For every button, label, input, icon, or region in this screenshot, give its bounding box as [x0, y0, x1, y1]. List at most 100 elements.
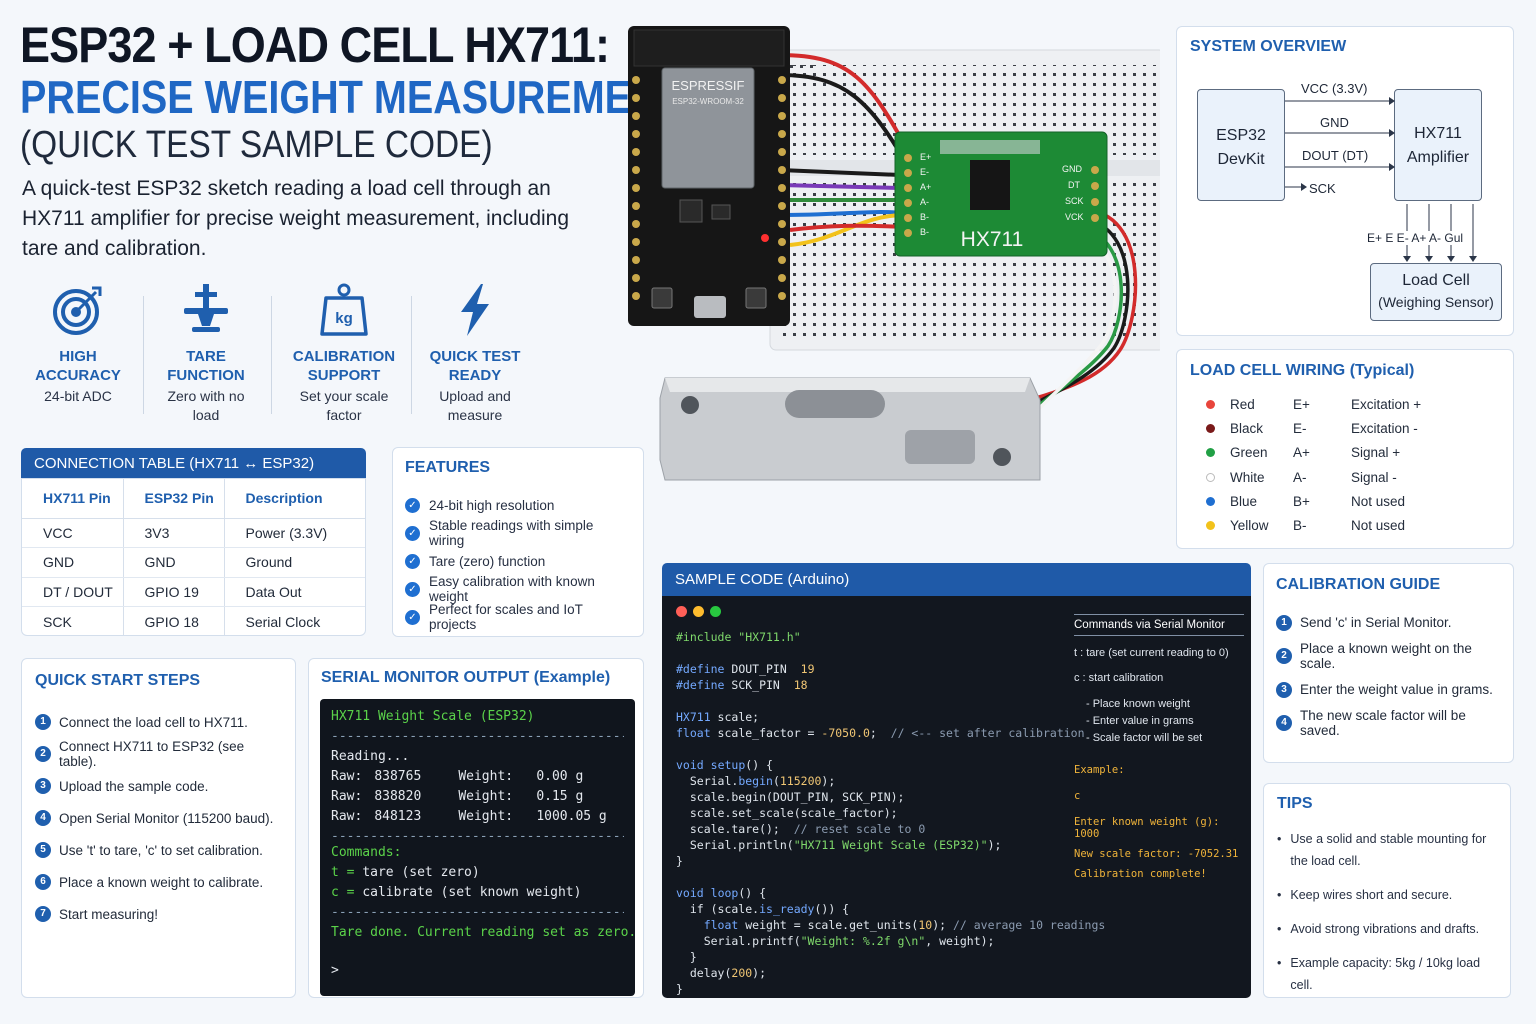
table-cell: Serial Clock — [245, 613, 321, 630]
list-item: 3 Upload the sample code. — [35, 770, 282, 802]
list-item: 7 Start measuring! — [35, 898, 282, 930]
column-header: ESP32 Pin — [123, 479, 225, 519]
features-panel: FEATURES ✓ 24-bit high resolution ✓ Stable… — [392, 447, 644, 637]
list-item: ✓ Tare (zero) function — [405, 547, 631, 575]
table-cell: Power (3.3V) — [224, 518, 365, 548]
serial-row: Raw: 848123 Weight: 1000.05 g — [331, 809, 607, 824]
wire-color-dot — [1206, 521, 1215, 531]
code-lines: #include "HX711.h" #define DOUT_PIN 19 #… — [676, 630, 1106, 996]
feature-high-accuracy: HIGH ACCURACY 24-bit ADC — [30, 282, 126, 406]
list-item: • Example capacity: 5kg / 10kg load cell. — [1277, 956, 1481, 992]
intro-text: A quick-test ESP32 sketch reading a load… — [22, 177, 570, 260]
list-item: 1 Connect the load cell to HX711. — [35, 706, 282, 738]
calibration-guide-panel: CALIBRATION GUIDE 1 Send 'c' in Serial Mo… — [1263, 563, 1514, 763]
list-item: • Use a solid and stable mounting for the… — [1277, 832, 1487, 868]
quick-start-panel: QUICK START STEPS 1 Connect the load cell… — [21, 658, 296, 998]
list-item: ✓ Easy calibration with known weight — [405, 574, 631, 604]
table-cell: GND — [22, 547, 124, 578]
connection-table-header: CONNECTION TABLE (HX711 ↔ ESP32) — [21, 448, 366, 478]
serial-monitor-title: SERIAL MONITOR OUTPUT (Example) — [321, 669, 611, 686]
hx711-block: HX711 Amplifier — [1394, 89, 1482, 201]
divider — [271, 296, 272, 414]
list-item: 4 Open Serial Monitor (115200 baud). — [35, 802, 282, 834]
wire-color-dot — [1206, 423, 1215, 433]
minimize-dot-icon — [693, 606, 704, 617]
table-cell: Data Out — [224, 577, 365, 607]
divider — [411, 296, 412, 414]
signal-label: SCK — [1309, 181, 1336, 196]
tips-panel: TIPS • Use a solid and stable mounting fo… — [1263, 783, 1511, 998]
list-item: 6 Place a known weight to calibrate. — [35, 866, 282, 898]
svg-text:ESP32-WROOM-32: ESP32-WROOM-32 — [672, 97, 744, 106]
system-overview-title: SYSTEM OVERVIEW — [1190, 38, 1347, 55]
check-icon: ✓ — [405, 581, 420, 597]
system-overview-panel: SYSTEM OVERVIEW ESP32 DevKit HX711 Ampli… — [1176, 26, 1514, 336]
table-cell: SCK — [22, 606, 124, 635]
quick-start-title: QUICK START STEPS — [35, 672, 201, 689]
table-cell: GPIO 19 — [123, 577, 225, 607]
svg-text:DT: DT — [1068, 180, 1080, 190]
serial-row: Raw: 838820 Weight: 0.15 g — [331, 789, 584, 804]
wiring-row: Blue B+ Not used — [1190, 489, 1500, 513]
feature-title: TARE FUNCTION — [167, 348, 245, 384]
list-item: ✓ Stable readings with simple wiring — [405, 518, 631, 548]
page-title: ESP32 + LOAD CELL HX711: — [20, 17, 610, 73]
connection-table: HX711 Pin ESP32 Pin Description VCC 3V3 … — [21, 478, 366, 636]
check-icon: ✓ — [405, 525, 420, 541]
feature-tare: TARE FUNCTION Zero with no load — [160, 282, 252, 425]
svg-text:SCK: SCK — [1065, 196, 1084, 206]
list-item: ✓ 24-bit high resolution — [405, 491, 631, 519]
feature-title: QUICK TEST READY — [429, 348, 521, 384]
list-item: • Avoid strong vibrations and drafts. — [1277, 922, 1480, 936]
close-dot-icon — [676, 606, 687, 617]
list-item: 1 Send 'c' in Serial Monitor. — [1276, 606, 1501, 640]
kg-weight-icon: kg — [320, 283, 368, 336]
list-item: 5 Use 't' to tare, 'c' to set calibration… — [35, 834, 282, 866]
signal-label: DOUT (DT) — [1302, 148, 1369, 163]
calibration-title: CALIBRATION GUIDE — [1276, 576, 1441, 593]
check-icon: ✓ — [405, 553, 420, 569]
signal-arrows — [1285, 97, 1395, 191]
wiring-row: Red E+ Excitation + — [1190, 392, 1500, 416]
page-tagline: (QUICK TEST SAMPLE CODE) — [20, 124, 493, 166]
svg-text:E-: E- — [920, 167, 929, 177]
svg-text:A+: A+ — [920, 182, 931, 192]
features-title: FEATURES — [405, 459, 491, 476]
tare-scale-icon — [184, 284, 228, 332]
table-cell: Ground — [224, 547, 365, 578]
tips-title: TIPS — [1277, 795, 1313, 812]
table-cell: DT / DOUT — [22, 577, 124, 607]
hardware-photo: ESPRESSIF ESP32-WROOM-32 HX711 E+ E- A+ … — [628, 26, 1160, 481]
wiring-row: Black E- Excitation - — [1190, 416, 1500, 440]
column-header: Description — [224, 479, 365, 519]
feature-sub: Upload and measure — [439, 388, 511, 423]
lightning-icon — [461, 284, 489, 336]
table-row: DT / DOUT GPIO 19 Data Out — [22, 577, 365, 607]
wire-color-dot — [1206, 496, 1215, 506]
feature-quick-test: QUICK TEST READY Upload and measure — [425, 282, 525, 425]
svg-text:HX711: HX711 — [961, 228, 1024, 251]
target-icon — [53, 286, 102, 335]
column-header: HX711 Pin — [22, 479, 124, 519]
serial-terminal: HX711 Weight Scale (ESP32) -------------… — [320, 699, 636, 996]
feature-sub: Set your scale factor — [299, 388, 389, 423]
wiring-row: Green A+ Signal + — [1190, 441, 1500, 465]
serial-row: Raw: 838765 Weight: 0.00 g — [331, 769, 584, 784]
hx711-pin-labels: E+ E E- A+ A- Gul — [1367, 231, 1464, 245]
svg-text:VCK: VCK — [1065, 212, 1084, 222]
signal-label: VCC (3.3V) — [1301, 81, 1368, 96]
serial-monitor-panel: SERIAL MONITOR OUTPUT (Example) HX711 We… — [308, 658, 644, 998]
wiring-row: White A- Signal - — [1190, 465, 1500, 489]
maximize-dot-icon — [710, 606, 721, 617]
svg-text:A-: A- — [920, 197, 929, 207]
code-panel-header: SAMPLE CODE (Arduino) — [662, 563, 1251, 596]
list-item: 2 Place a known weight on the scale. — [1276, 640, 1501, 674]
table-header-row: HX711 Pin ESP32 Pin Description — [22, 479, 365, 519]
list-item: 3 Enter the weight value in grams. — [1276, 673, 1501, 707]
serial-commands-sidebar: Commands via Serial Monitor t : tare (se… — [1074, 614, 1244, 880]
feature-title: HIGH ACCURACY — [35, 348, 121, 384]
list-item: 4 The new scale factor will be saved. — [1276, 707, 1501, 741]
code-editor: #include "HX711.h" #define DOUT_PIN 19 #… — [662, 596, 1251, 998]
svg-text:E+: E+ — [920, 152, 931, 162]
table-cell: GPIO 18 — [123, 606, 225, 635]
